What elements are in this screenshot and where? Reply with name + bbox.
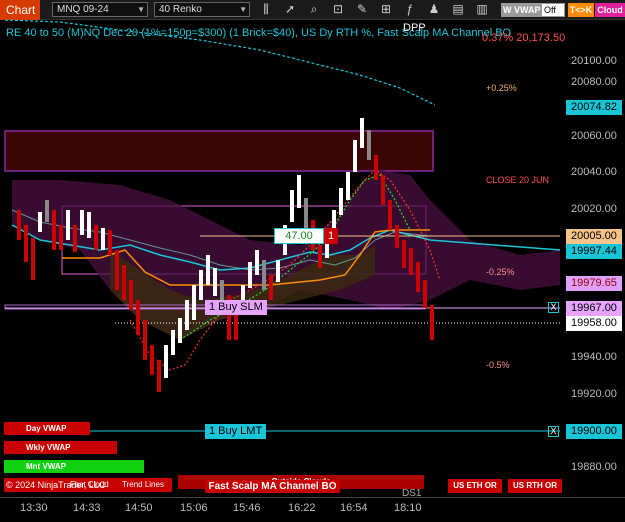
renko-brick [423,280,427,308]
renko-brick [192,285,196,320]
renko-brick [318,245,322,268]
price-tick: 20100.00 [571,55,617,67]
renko-brick [157,360,161,392]
renko-brick [339,188,343,215]
time-tick: 18:10 [394,502,422,514]
renko-brick [122,265,126,300]
renko-brick [409,248,413,275]
close-order-icon[interactable]: X [548,426,559,437]
renko-brick [388,200,392,230]
renko-brick [143,320,147,360]
price-tick: 19880.00 [571,461,617,473]
renko-brick [115,250,119,290]
renko-brick [73,225,77,252]
close-label: CLOSE 20 JUN [486,175,550,185]
price-tag-weekly-vwap: 20074.82 [566,100,622,115]
renko-brick [234,312,238,340]
renko-brick [297,175,301,208]
renko-brick [416,262,420,292]
renko-brick [255,250,259,275]
renko-brick [220,280,224,300]
renko-brick [31,238,35,280]
wkly-vwap-button[interactable]: Wkly VWAP [4,441,117,454]
renko-brick [38,212,42,232]
renko-brick [150,345,154,375]
time-tick: 16:54 [340,502,368,514]
price-tag-lmt: 19900.00 [566,424,622,439]
buy-lmt-order[interactable]: 1 Buy LMT [205,424,267,439]
price-tick: 19920.00 [571,388,617,400]
chart-title: RE 40 to 50 (M)NQ Dec 20 (1%=150p=$300) … [6,27,512,39]
time-axis-line [0,497,625,498]
price-tag-vwap: 19997.44 [566,244,622,259]
renko-brick [87,212,91,238]
renko-brick [269,275,273,300]
renko-brick [402,240,406,268]
renko-brick [108,230,112,255]
renko-brick [290,190,294,222]
renko-brick [367,130,371,160]
renko-brick [248,262,252,288]
fast-scalp-button[interactable]: Fast Scalp MA Channel BO [205,480,340,493]
renko-brick [80,210,84,235]
position-count: 1 [324,228,338,244]
pct-label: +0.25% [486,83,517,93]
renko-brick [395,225,399,248]
renko-brick [24,225,28,262]
price-tick: 20020.00 [571,203,617,215]
time-tick: 13:30 [20,502,48,514]
renko-brick [101,228,105,250]
renko-brick [353,140,357,172]
renko-brick [430,305,434,340]
renko-brick [129,280,133,310]
renko-brick [178,318,182,343]
price-tag-slm: 19967.00 [566,301,622,316]
renko-brick [185,300,189,330]
mnt-vwap-button[interactable]: Mnt VWAP [4,460,144,473]
fast-cloud-button[interactable]: Fast Cloud [70,480,109,489]
renko-brick [381,175,385,205]
renko-brick [136,300,140,335]
price-tick: 19940.00 [571,351,617,363]
price-tick: 20040.00 [571,166,617,178]
price-tick: 20080.00 [571,76,617,88]
renko-brick [206,255,210,285]
trend-lines-button[interactable]: Trend Lines [122,480,164,489]
renko-brick [17,210,21,240]
pct-label: -0.5% [486,360,510,370]
price-tag-last: 19958.00 [566,316,622,331]
profit-counter: 47.00 [274,228,324,244]
renko-brick [346,172,350,200]
renko-brick [59,225,63,250]
renko-brick [52,210,56,250]
time-tick: 14:33 [73,502,101,514]
renko-brick [171,330,175,355]
time-tick: 15:46 [233,502,261,514]
renko-brick [94,225,98,250]
renko-brick [304,198,308,228]
top-red-label: 0.37% 20,173.50 [482,32,566,44]
us-eth-or-button[interactable]: US ETH OR [448,479,502,493]
time-tick: 15:06 [180,502,208,514]
renko-brick [213,268,217,296]
renko-brick [360,118,364,148]
buy-slm-order[interactable]: 1 Buy SLM [205,300,267,315]
renko-brick [45,200,49,222]
renko-brick [164,345,168,378]
renko-brick [276,260,280,282]
close-order-icon[interactable]: X [548,302,559,313]
price-tag-band: 19979.65 [566,276,622,291]
pct-label: -0.25% [486,267,515,277]
renko-brick [199,270,203,300]
renko-brick [66,210,70,240]
renko-brick [262,260,266,290]
renko-brick [374,155,378,180]
day-vwap-button[interactable]: Day VWAP [4,422,90,435]
price-tick: 20060.00 [571,130,617,142]
dpp-label: DPP [403,22,426,34]
us-rth-or-button[interactable]: US RTH OR [508,479,562,493]
time-tick: 14:50 [125,502,153,514]
time-tick: 16:22 [288,502,316,514]
price-tag-close: 20005.00 [566,229,622,244]
